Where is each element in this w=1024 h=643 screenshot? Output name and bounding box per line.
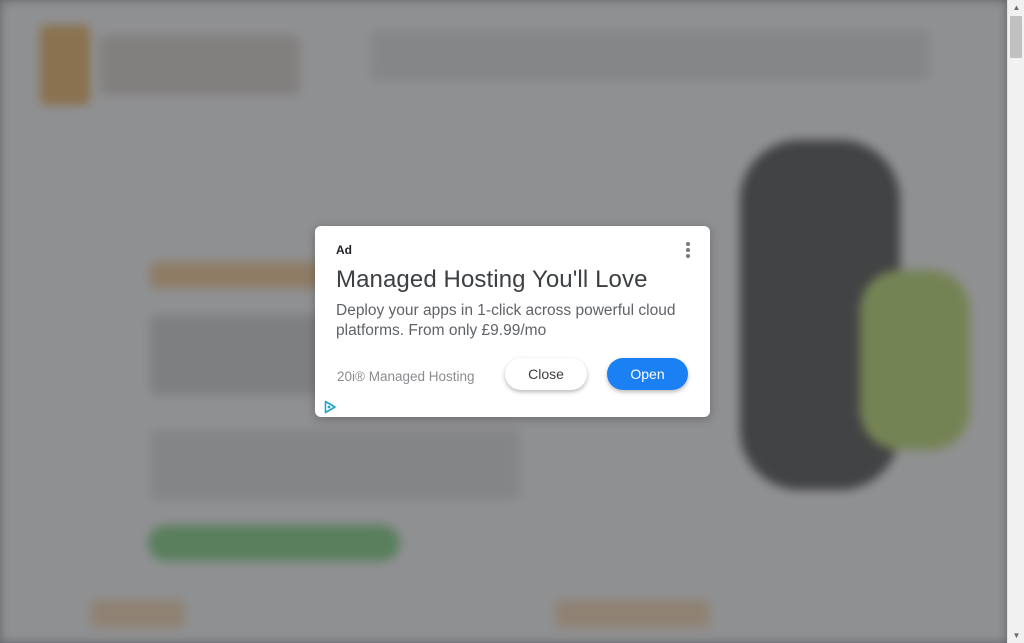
vertical-scrollbar[interactable]: ▲ ▼ [1007,0,1024,643]
ad-title[interactable]: Managed Hosting You'll Love [336,266,648,294]
ad-advertiser[interactable]: 20i® Managed Hosting [337,369,475,384]
scrollbar-thumb[interactable] [1010,16,1022,58]
ad-description[interactable]: Deploy your apps in 1-click across power… [336,301,686,341]
arrow-down-icon[interactable]: ▼ [1008,628,1024,643]
arrow-up-icon[interactable]: ▲ [1008,0,1024,15]
close-button[interactable]: Close [505,358,587,390]
open-button[interactable]: Open [607,358,688,390]
adchoices-icon[interactable] [323,400,337,414]
ad-label: Ad [336,243,352,257]
ad-dialog: Ad Managed Hosting You'll Love Deploy yo… [315,226,710,417]
more-vertical-icon[interactable] [681,240,695,260]
